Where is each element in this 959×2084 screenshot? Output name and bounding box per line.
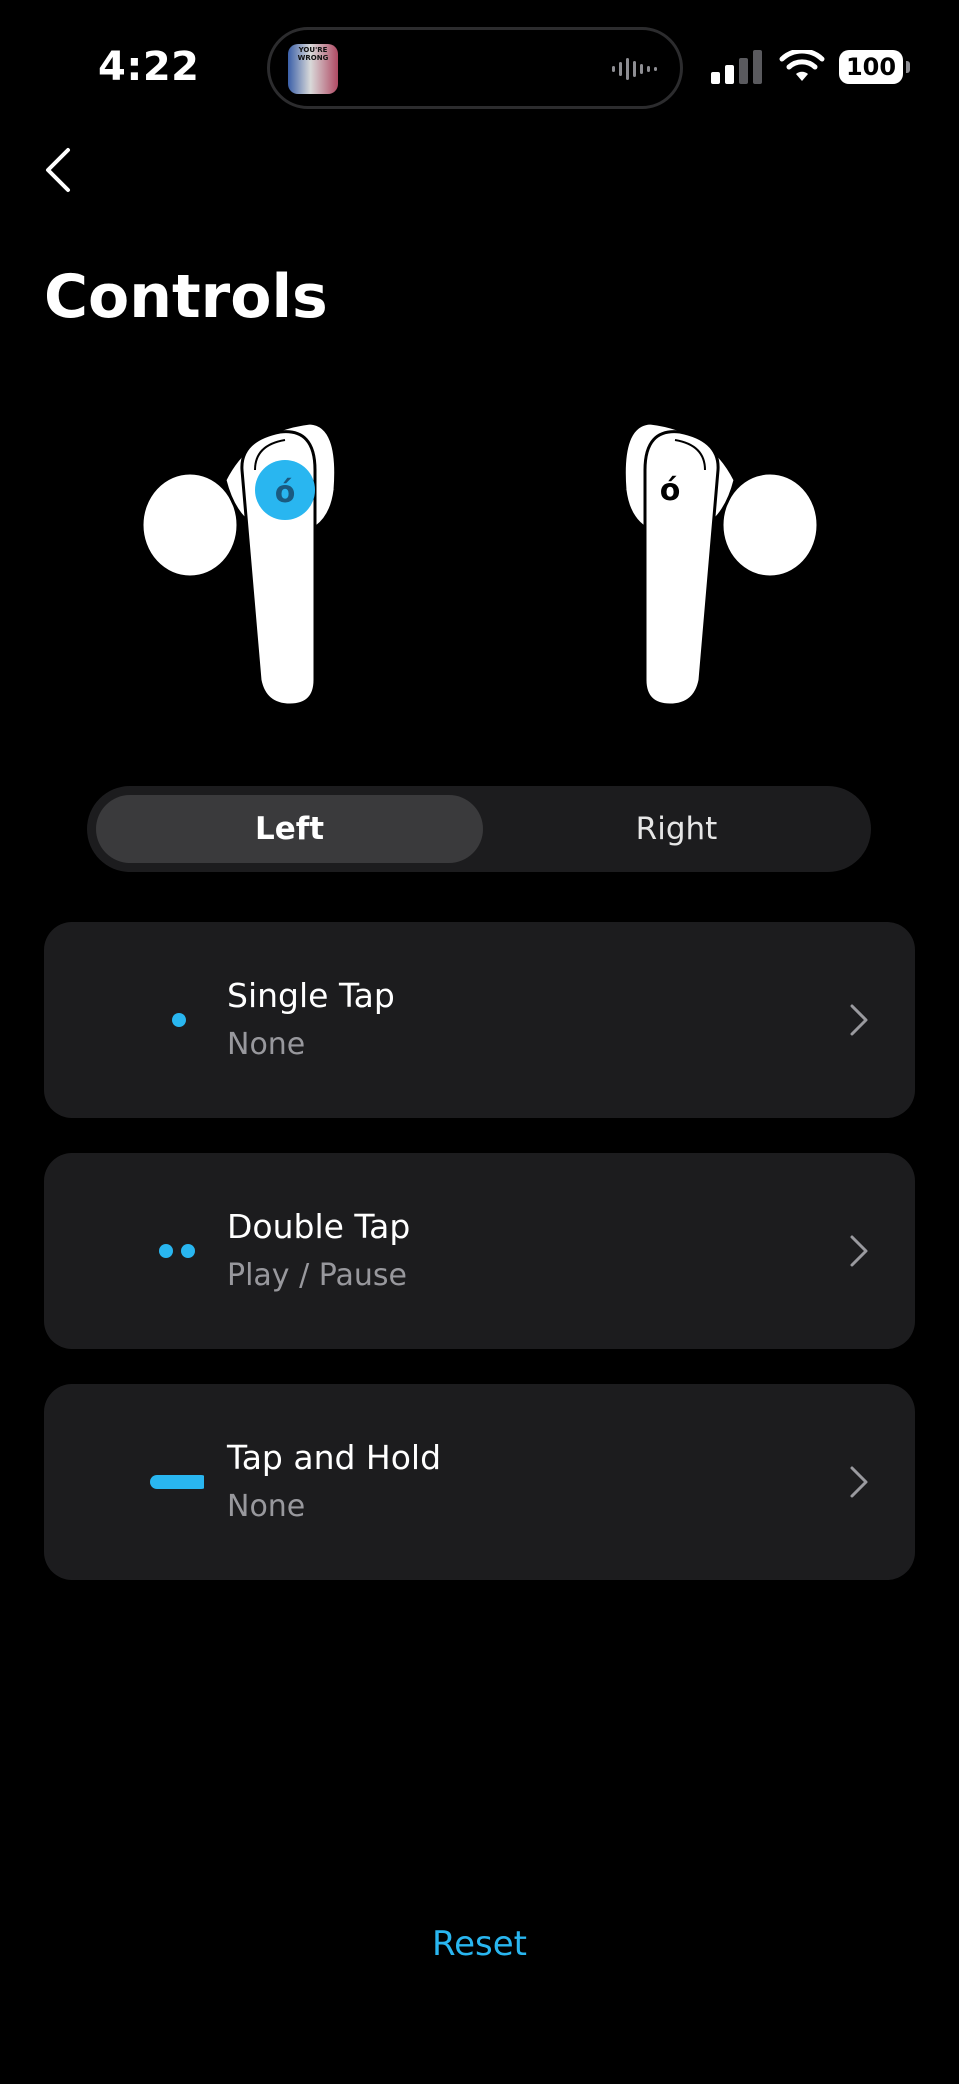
control-title: Single Tap: [227, 976, 395, 1015]
left-earbud[interactable]: ó: [140, 421, 338, 707]
single-dot-icon: [172, 1013, 186, 1027]
now-playing-artwork: YOU'RE WRONG: [288, 44, 338, 94]
svg-text:ó: ó: [660, 473, 681, 508]
chevron-right-icon: [850, 1235, 868, 1267]
control-value: None: [227, 1489, 306, 1524]
earbud-side-selector: Left Right: [87, 786, 871, 872]
chevron-left-icon[interactable]: [38, 140, 82, 200]
right-earbud[interactable]: ó: [622, 421, 820, 707]
double-dot-icon: [159, 1244, 195, 1258]
audio-waveform-icon: [612, 58, 657, 80]
battery-indicator: 100: [839, 50, 910, 84]
now-playing-artwork-text: YOU'RE WRONG: [297, 46, 329, 62]
wifi-icon: [779, 50, 825, 81]
tap-and-hold-control[interactable]: Tap and Hold None: [44, 1384, 915, 1580]
dash-icon: [150, 1475, 204, 1489]
svg-text:ó: ó: [275, 475, 296, 510]
chevron-right-icon: [850, 1466, 868, 1498]
status-indicators: 100: [711, 50, 910, 84]
control-value: Play / Pause: [227, 1258, 407, 1293]
chevron-right-icon: [850, 1004, 868, 1036]
earbuds-illustration: ó ó: [140, 421, 820, 707]
double-tap-control[interactable]: Double Tap Play / Pause: [44, 1153, 915, 1349]
reset-button[interactable]: Reset: [0, 1924, 959, 1964]
left-tab[interactable]: Left: [96, 795, 483, 863]
page-title: Controls: [44, 262, 328, 332]
dynamic-island[interactable]: YOU'RE WRONG: [267, 27, 683, 109]
control-title: Tap and Hold: [227, 1438, 442, 1477]
single-tap-control[interactable]: Single Tap None: [44, 922, 915, 1118]
status-time: 4:22: [98, 44, 200, 90]
cellular-signal-icon: [711, 50, 762, 84]
right-tab[interactable]: Right: [483, 795, 870, 863]
control-title: Double Tap: [227, 1207, 411, 1246]
control-value: None: [227, 1027, 306, 1062]
